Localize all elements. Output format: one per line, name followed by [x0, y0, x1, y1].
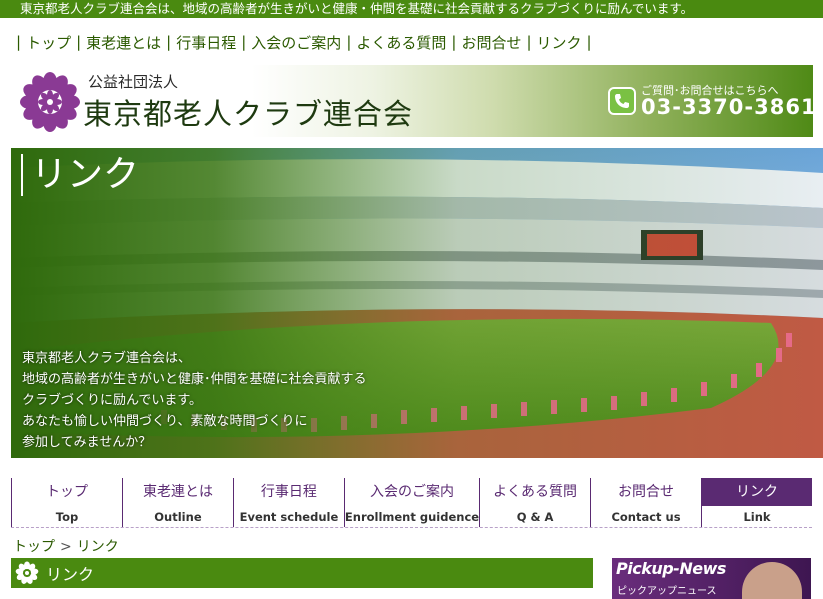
section-title: リンク [46, 565, 95, 584]
gnav-label-jp: お問合せ [618, 483, 675, 500]
hero-line: 東京都老人クラブ連合会は、 [22, 351, 192, 366]
gnav-label-en: Link [743, 509, 771, 524]
breadcrumb-home[interactable]: トップ [13, 539, 55, 555]
gnav-label-jp: トップ [45, 483, 88, 500]
gnav-label-en: Enrollment guidence [344, 509, 480, 524]
chrysanthemum-icon[interactable] [19, 71, 81, 133]
text-nav-top[interactable]: トップ [26, 32, 71, 53]
text-nav-faq[interactable]: よくある質問 [356, 32, 446, 53]
chrysanthemum-icon [15, 561, 39, 584]
gnav-label-en: Top [55, 509, 79, 524]
gnav-item-qa[interactable]: よくある質問 Q & A [479, 478, 591, 527]
hero-description: 東京都老人クラブ連合会は、 地域の高齢者が生きがいと健康･仲間を基礎に社会貢献す… [22, 348, 367, 453]
text-nav-about[interactable]: 東老連とは [86, 32, 161, 53]
hero-line: クラブづくりに励んでいます。 [22, 393, 203, 408]
pickup-photo [742, 562, 802, 599]
hero-line: 参加してみませんか？ [22, 435, 152, 450]
gnav-label-en: Contact us [611, 509, 681, 524]
pickup-news-banner[interactable]: Pickup-News ピックアップニュース [612, 558, 811, 599]
gnav-item-link[interactable]: リンク Link [701, 477, 812, 527]
text-nav-links[interactable]: リンク [537, 32, 582, 53]
org-type: 公益社団法人 [88, 73, 179, 91]
phone-icon [608, 87, 636, 115]
text-nav-enrollment[interactable]: 入会のご案内 [251, 32, 341, 53]
hero-banner: リンク 東京都老人クラブ連合会は、 地域の高齢者が生きがいと健康･仲間を基礎に社… [11, 148, 823, 458]
pickup-title-en: Pickup-News [616, 559, 726, 578]
breadcrumb-current: リンク [76, 539, 119, 555]
text-nav: | トップ | 東老連とは | 行事日程 | 入会のご案内 | よくある質問 |… [16, 32, 592, 53]
gnav-label-en: Q & A [516, 509, 554, 524]
text-nav-schedule[interactable]: 行事日程 [176, 32, 236, 53]
gnav-item-enrollment[interactable]: 入会のご案内 Enrollment guidence [343, 478, 480, 527]
gnav-label-jp: 行事日程 [260, 483, 317, 500]
org-name[interactable]: 東京都老人クラブ連合会 [83, 91, 413, 133]
pickup-title-jp: ピックアップニュース [617, 586, 717, 597]
site-header: 公益社団法人 東京都老人クラブ連合会 ご質問･お問合せはこちらへ 03-3370… [11, 65, 816, 137]
hero-line: 地域の高齢者が生きがいと健康･仲間を基礎に社会貢献する [22, 372, 367, 387]
gnav-label-en: Outline [154, 509, 202, 524]
global-nav: トップ Top 東老連とは Outline 行事日程 Event schedul… [11, 477, 812, 528]
breadcrumb: トップ > リンク [13, 536, 119, 556]
top-tagline-bar: 東京都老人クラブ連合会は、地域の高齢者が生きがいと健康・仲間を基礎に社会貢献する… [0, 0, 823, 18]
gnav-item-top[interactable]: トップ Top [11, 478, 122, 527]
gnav-item-contact[interactable]: お問合せ Contact us [590, 478, 702, 527]
gnav-label-jp: リンク [702, 477, 812, 506]
gnav-label-jp: 東老連とは [142, 483, 213, 500]
section-heading: リンク [11, 558, 593, 588]
gnav-item-outline[interactable]: 東老連とは Outline [121, 478, 233, 527]
gnav-item-event-schedule[interactable]: 行事日程 Event schedule [232, 478, 344, 527]
text-nav-contact[interactable]: お問合せ [461, 32, 521, 53]
breadcrumb-separator: > [60, 539, 72, 555]
gnav-label-en: Event schedule [239, 509, 339, 524]
hero-line: あなたも愉しい仲間づくり、素敵な時間づくりに [22, 414, 308, 429]
page-title: リンク [21, 154, 139, 196]
phone-number: 03-3370-3861 [641, 95, 817, 119]
tagline-text: 東京都老人クラブ連合会は、地域の高齢者が生きがいと健康・仲間を基礎に社会貢献する… [20, 1, 694, 16]
gnav-label-jp: よくある質問 [493, 483, 578, 500]
gnav-label-jp: 入会のご案内 [369, 483, 454, 500]
